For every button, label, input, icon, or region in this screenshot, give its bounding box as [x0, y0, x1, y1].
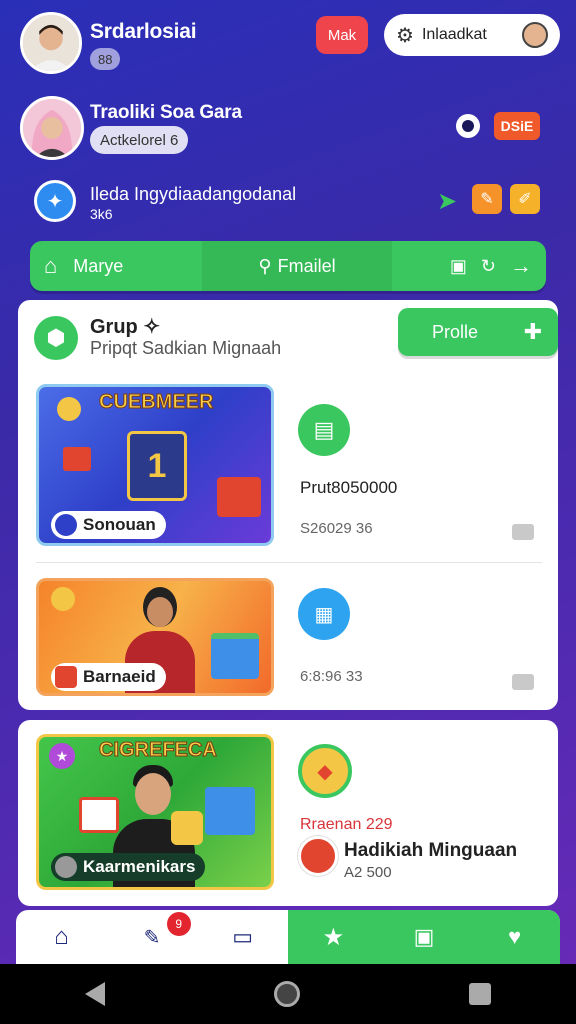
ticket-icon[interactable]: ▦	[298, 588, 350, 640]
info-line2: 3k6	[90, 206, 113, 222]
tag-logo-icon	[55, 666, 77, 688]
star-icon: ★	[322, 923, 345, 951]
group-card: ⬢ Grup ✧ Pripqt Sadkian Mignaah Prolle ✚…	[18, 300, 558, 710]
promo1-tag: Sonouan	[51, 511, 166, 539]
user2-badge: Actkelorel 6	[90, 126, 189, 154]
gift-circle-icon[interactable]: ◆	[298, 744, 352, 798]
group-subtitle: Pripqt Sadkian Mignaah	[90, 338, 282, 358]
reward-card: CIGREFECA ★ Kaarmenikars ◆ Rraenan 229 H…	[18, 720, 558, 906]
nav-star-tab[interactable]: ★	[288, 910, 379, 964]
globe-icon[interactable]: ✦	[34, 180, 76, 222]
check-icon[interactable]	[512, 524, 534, 540]
back-icon[interactable]	[84, 982, 105, 1006]
divider	[36, 562, 542, 563]
home-icon: ⌂	[44, 253, 58, 278]
promo-banner-1[interactable]: CUEBMEER 1 Sonouan	[36, 384, 274, 546]
home-icon: ⌂	[54, 923, 69, 950]
search-icon: ⚲	[258, 255, 272, 276]
gift-red-icon	[79, 797, 119, 833]
nav-search[interactable]: ⚲ Fmailel	[202, 241, 392, 291]
profile-button[interactable]: Prolle ✚	[398, 308, 558, 356]
heart-icon: ♥	[508, 924, 522, 949]
gift-red-icon	[217, 477, 261, 517]
promo-banner-3[interactable]: CIGREFECA ★ Kaarmenikars	[36, 734, 274, 890]
notification-badge: 9	[166, 912, 191, 936]
user-name: Srdarlosiai	[90, 20, 197, 43]
edit-icon[interactable]: ✎	[472, 184, 502, 214]
edit-icon: ✎	[143, 926, 161, 949]
gift-blue-icon	[211, 633, 259, 679]
inlaadkat-button[interactable]: ⚙ Inlaadkat	[384, 14, 560, 56]
nav-edit-tab[interactable]: ✎ 9	[107, 910, 198, 964]
gift-small-icon	[63, 447, 91, 471]
plus-icon: ✚	[523, 319, 542, 344]
promo3-sub: A2 500	[344, 864, 392, 881]
promo2-tag: Barnaeid	[51, 663, 166, 691]
promo2-sub: 6:8:96 33	[300, 668, 363, 685]
promo3-tag: Kaarmenikars	[51, 853, 206, 881]
gamepad-icon: ▣	[413, 924, 435, 949]
check-icon[interactable]	[512, 674, 534, 690]
record-icon[interactable]	[456, 114, 480, 138]
send-icon[interactable]: ➤	[432, 186, 462, 216]
home-circle-icon[interactable]	[273, 981, 300, 1007]
small-avatar	[522, 22, 548, 48]
mascot-icon	[298, 836, 338, 876]
person-icon	[23, 15, 79, 71]
user2-name: Traoliki Soa Gara	[90, 102, 242, 123]
tag-avatar-icon	[55, 514, 77, 536]
chat-icon: ▭	[232, 924, 254, 949]
star-icon: ★	[49, 743, 75, 769]
system-nav-bar	[0, 964, 576, 1024]
nav-home-label: Marye	[73, 255, 124, 276]
dsie-tag[interactable]: DSiE	[494, 112, 540, 140]
promo-banner-2[interactable]: Barnaeid	[36, 578, 274, 696]
nav-favorite-tab[interactable]: ♥	[469, 910, 560, 964]
user2-avatar[interactable]	[20, 96, 84, 160]
nav-home[interactable]: ⌂ Marye	[30, 241, 202, 291]
gift-blue-icon	[205, 787, 255, 835]
group-title: Grup ✧	[90, 316, 161, 338]
profile-button-label: Prolle	[432, 321, 479, 342]
sparkle-icon: ✧	[143, 316, 161, 338]
card-icon[interactable]: ▤	[298, 404, 350, 456]
coin-stack-icon	[171, 811, 203, 845]
promo3-title: CIGREFECA	[99, 739, 218, 762]
person-hijab-icon	[23, 99, 81, 157]
promo3-title-text: Hadikiah Minguaan	[344, 840, 518, 861]
recents-icon[interactable]	[469, 983, 492, 1005]
arrow-right-icon[interactable]: →	[510, 253, 532, 279]
coin-icon	[57, 397, 81, 421]
gift-box-icon: 1	[127, 431, 187, 501]
promo1-sub: S26029 36	[300, 520, 373, 537]
nav-search-label: Fmailel	[277, 255, 336, 276]
promo1-amount: Prut8050000	[300, 478, 398, 497]
promo1-title: CUEBMEER	[98, 391, 214, 414]
camera-icon[interactable]: ▣	[450, 256, 467, 277]
level-badge: 88	[90, 48, 121, 70]
sync-icon[interactable]: ↻	[481, 256, 496, 277]
inlaadkat-label: Inlaadkat	[421, 26, 487, 43]
mak-button[interactable]: Mak	[316, 16, 368, 54]
pencil-icon[interactable]: ✐	[510, 184, 540, 214]
nav-chat-tab[interactable]: ▭	[197, 910, 288, 964]
top-navbar: ⌂ Marye ⚲ Fmailel ▣ ↻ →	[30, 241, 546, 291]
nav-actions: ▣ ↻ →	[392, 241, 546, 291]
nav-game-tab[interactable]: ▣	[378, 910, 470, 964]
coin-icon	[51, 587, 75, 611]
bottom-nav: ⌂ ✎ 9 ▭ ★ ▣ ♥	[16, 910, 560, 964]
gear-icon: ⚙	[396, 24, 414, 47]
group-logo-icon: ⬢	[34, 316, 78, 360]
info-line1: Ileda Ingydiaadangodanal	[90, 184, 297, 204]
nav-home-tab[interactable]: ⌂	[16, 910, 107, 964]
tag-avatar-icon	[55, 856, 77, 878]
user-avatar[interactable]	[20, 12, 82, 74]
promo3-red-text: Rraenan 229	[300, 816, 393, 833]
